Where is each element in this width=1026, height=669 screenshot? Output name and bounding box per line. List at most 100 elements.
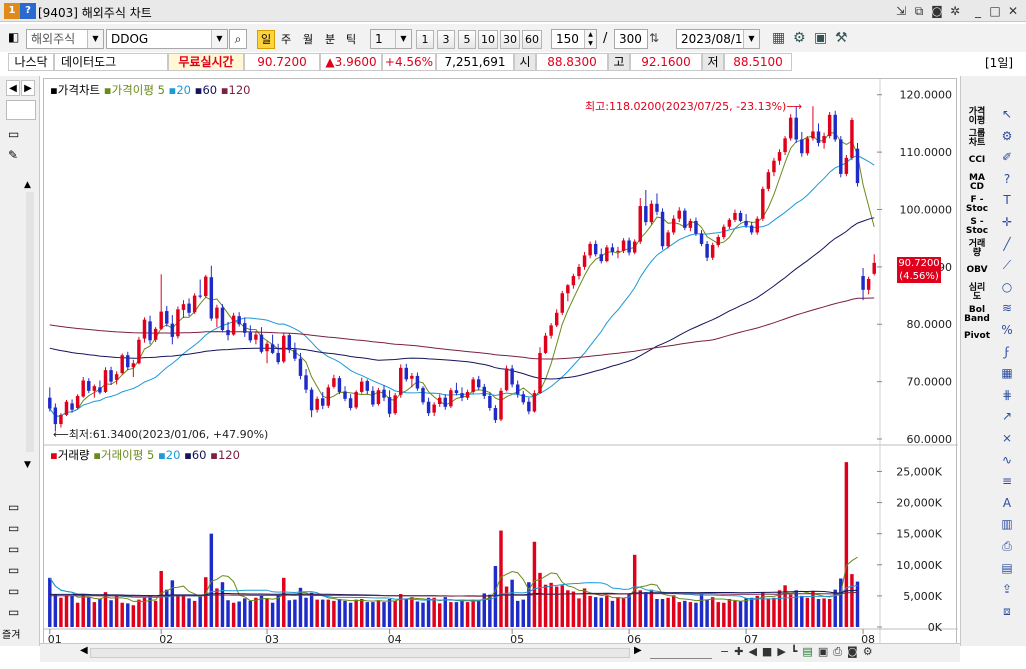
indicator-group-chart[interactable]: 그룹 차트 xyxy=(964,130,990,148)
text-icon[interactable]: T xyxy=(996,192,1018,209)
minimize-icon[interactable]: _ xyxy=(970,3,986,19)
market-select[interactable]: 해외주식 ▼ xyxy=(26,29,104,49)
chart-icon[interactable]: ▥ xyxy=(996,516,1018,533)
indicator-slow-stoch[interactable]: S - Stoc xyxy=(964,218,990,236)
excel-icon[interactable]: ▤ xyxy=(802,645,817,658)
indicator-pivot[interactable]: Pivot xyxy=(964,332,990,341)
prev-icon[interactable]: ◀ xyxy=(748,645,761,658)
paint-icon[interactable]: ✐ xyxy=(996,149,1018,166)
tick-30-button[interactable]: 30 xyxy=(500,30,520,49)
tick-5-button[interactable]: 5 xyxy=(458,30,476,49)
scroll-down-icon[interactable]: ▼ xyxy=(24,460,31,470)
close-icon[interactable]: ✕ xyxy=(1005,3,1021,19)
period-day-button[interactable]: 일 xyxy=(257,30,275,49)
period-tick-button[interactable]: 틱 xyxy=(342,30,360,49)
horizontal-scrollbar[interactable] xyxy=(90,648,630,658)
fibo-icon[interactable]: ϝ xyxy=(996,344,1018,361)
scroll-left-icon[interactable]: ◀ xyxy=(80,645,88,656)
app-icon[interactable]: 1 xyxy=(4,3,20,19)
folder-icon[interactable]: ▭ xyxy=(8,497,19,518)
chevron-down-icon[interactable]: ▼ xyxy=(743,30,759,48)
line-icon[interactable]: ╱ xyxy=(996,236,1018,253)
folder-icon[interactable]: ▭ xyxy=(8,581,19,602)
folder-icon[interactable]: ▭ xyxy=(8,560,19,581)
indicator-cci[interactable]: CCI xyxy=(964,156,990,165)
cursor-icon[interactable]: ↖ xyxy=(996,106,1018,123)
gear-icon[interactable]: ⚙ xyxy=(793,30,806,46)
chevron-down-icon[interactable]: ▼ xyxy=(211,30,227,48)
camera-icon[interactable]: ◙ xyxy=(929,3,945,19)
tick-60-button[interactable]: 60 xyxy=(522,30,542,49)
stepper-arrows-icon[interactable]: ▲ ▼ xyxy=(584,30,596,48)
count-stepper[interactable]: 150 ▲ ▼ xyxy=(551,29,597,49)
nav-right-icon[interactable]: ▶ xyxy=(21,80,35,96)
chart-settings-icon[interactable]: ▦ xyxy=(772,30,785,46)
list-icon[interactable]: ≡ xyxy=(996,473,1018,490)
print-icon[interactable]: ⎙ xyxy=(996,538,1018,555)
data-icon[interactable]: ⧈ xyxy=(996,603,1018,620)
minus-icon[interactable]: − xyxy=(720,645,734,658)
tools-icon[interactable]: ⚒ xyxy=(835,30,848,46)
reset-icon[interactable]: ┗ xyxy=(791,645,803,658)
chevron-down-icon[interactable]: ▼ xyxy=(87,30,103,48)
interval-select[interactable]: 1 ▼ xyxy=(370,29,412,49)
percent-icon[interactable]: % xyxy=(996,322,1018,339)
folder-icon[interactable]: ▭ xyxy=(8,518,19,539)
scroll-up-icon[interactable]: ▲ xyxy=(24,180,31,190)
trend-icon[interactable]: ↗ xyxy=(996,408,1018,425)
chart-svg[interactable]: 120.0000110.0000100.00009080.000070.0000… xyxy=(44,79,958,647)
tick-10-button[interactable]: 10 xyxy=(478,30,498,49)
table-icon[interactable]: ▤ xyxy=(996,560,1018,577)
indicator-fast-stoch[interactable]: F - Stoc xyxy=(964,196,990,214)
scrollbar[interactable] xyxy=(26,192,34,452)
nav-left-icon[interactable]: ◀ xyxy=(6,80,20,96)
wave-icon[interactable]: ∿ xyxy=(996,452,1018,469)
save-icon[interactable]: ▣ xyxy=(818,645,833,658)
refresh-icon[interactable]: ⇅ xyxy=(649,31,659,45)
period-week-button[interactable]: 주 xyxy=(277,30,295,49)
pattern-icon[interactable]: ⋕ xyxy=(996,387,1018,404)
diag-line-icon[interactable]: ⟋ xyxy=(996,257,1018,274)
indicator-psychology[interactable]: 심리 도 xyxy=(964,284,990,302)
pin-icon[interactable]: ⇲ xyxy=(893,3,909,19)
scroll-right-icon[interactable]: ▶ xyxy=(634,645,642,656)
zoom-slider[interactable] xyxy=(650,645,712,659)
auto-icon[interactable]: A xyxy=(996,495,1018,512)
plus-icon[interactable]: ✚ xyxy=(734,645,748,658)
search-icon[interactable]: ⌕ xyxy=(229,29,247,49)
grid-icon[interactable]: ▦ xyxy=(996,365,1018,382)
symbol-input[interactable]: DDOG ▼ xyxy=(106,29,228,49)
indicator-volume[interactable]: 거래 량 xyxy=(964,240,990,258)
total-input[interactable]: 300 xyxy=(614,29,648,49)
indicator-price-ma[interactable]: 가격 이평 xyxy=(964,108,990,126)
folder-icon[interactable]: ▭ xyxy=(8,127,19,141)
gear-icon[interactable]: ⚙ xyxy=(996,128,1018,145)
help-icon[interactable]: ? xyxy=(996,171,1018,188)
save-icon[interactable]: ▣ xyxy=(814,30,827,46)
folder-icon[interactable]: ▭ xyxy=(8,539,19,560)
next-icon[interactable]: ▶ xyxy=(777,645,790,658)
symbol-nav-icon[interactable]: ◧ xyxy=(8,30,26,48)
folder-icon[interactable]: ▭ xyxy=(8,602,19,623)
period-minute-button[interactable]: 분 xyxy=(321,30,339,49)
tick-3-button[interactable]: 3 xyxy=(437,30,455,49)
circle-icon[interactable]: ○ xyxy=(996,279,1018,296)
chevron-down-icon[interactable]: ▼ xyxy=(395,30,411,48)
favorites-tab[interactable]: 즐겨 xyxy=(2,626,20,641)
config-icon[interactable]: ⚙ xyxy=(863,645,878,658)
date-select[interactable]: 2023/08/11 ▼ xyxy=(676,29,760,49)
camera-icon[interactable]: ◙ xyxy=(847,645,863,658)
settings-icon[interactable]: ✲ xyxy=(947,3,963,19)
channel-icon[interactable]: ≋ xyxy=(996,300,1018,317)
export-icon[interactable]: ⇪ xyxy=(996,581,1018,598)
search-box[interactable] xyxy=(6,100,36,120)
print-icon[interactable]: ⎙ xyxy=(833,645,847,658)
period-month-button[interactable]: 월 xyxy=(299,30,317,49)
copy-icon[interactable]: ⧉ xyxy=(911,3,927,19)
maximize-icon[interactable]: □ xyxy=(987,3,1003,19)
edit-icon[interactable]: ✎ xyxy=(8,148,18,162)
indicator-macd[interactable]: MA CD xyxy=(964,174,990,192)
gann-icon[interactable]: ⨯ xyxy=(996,430,1018,447)
indicator-obv[interactable]: OBV xyxy=(964,266,990,275)
indicator-bollinger[interactable]: Bol Band xyxy=(964,306,990,324)
